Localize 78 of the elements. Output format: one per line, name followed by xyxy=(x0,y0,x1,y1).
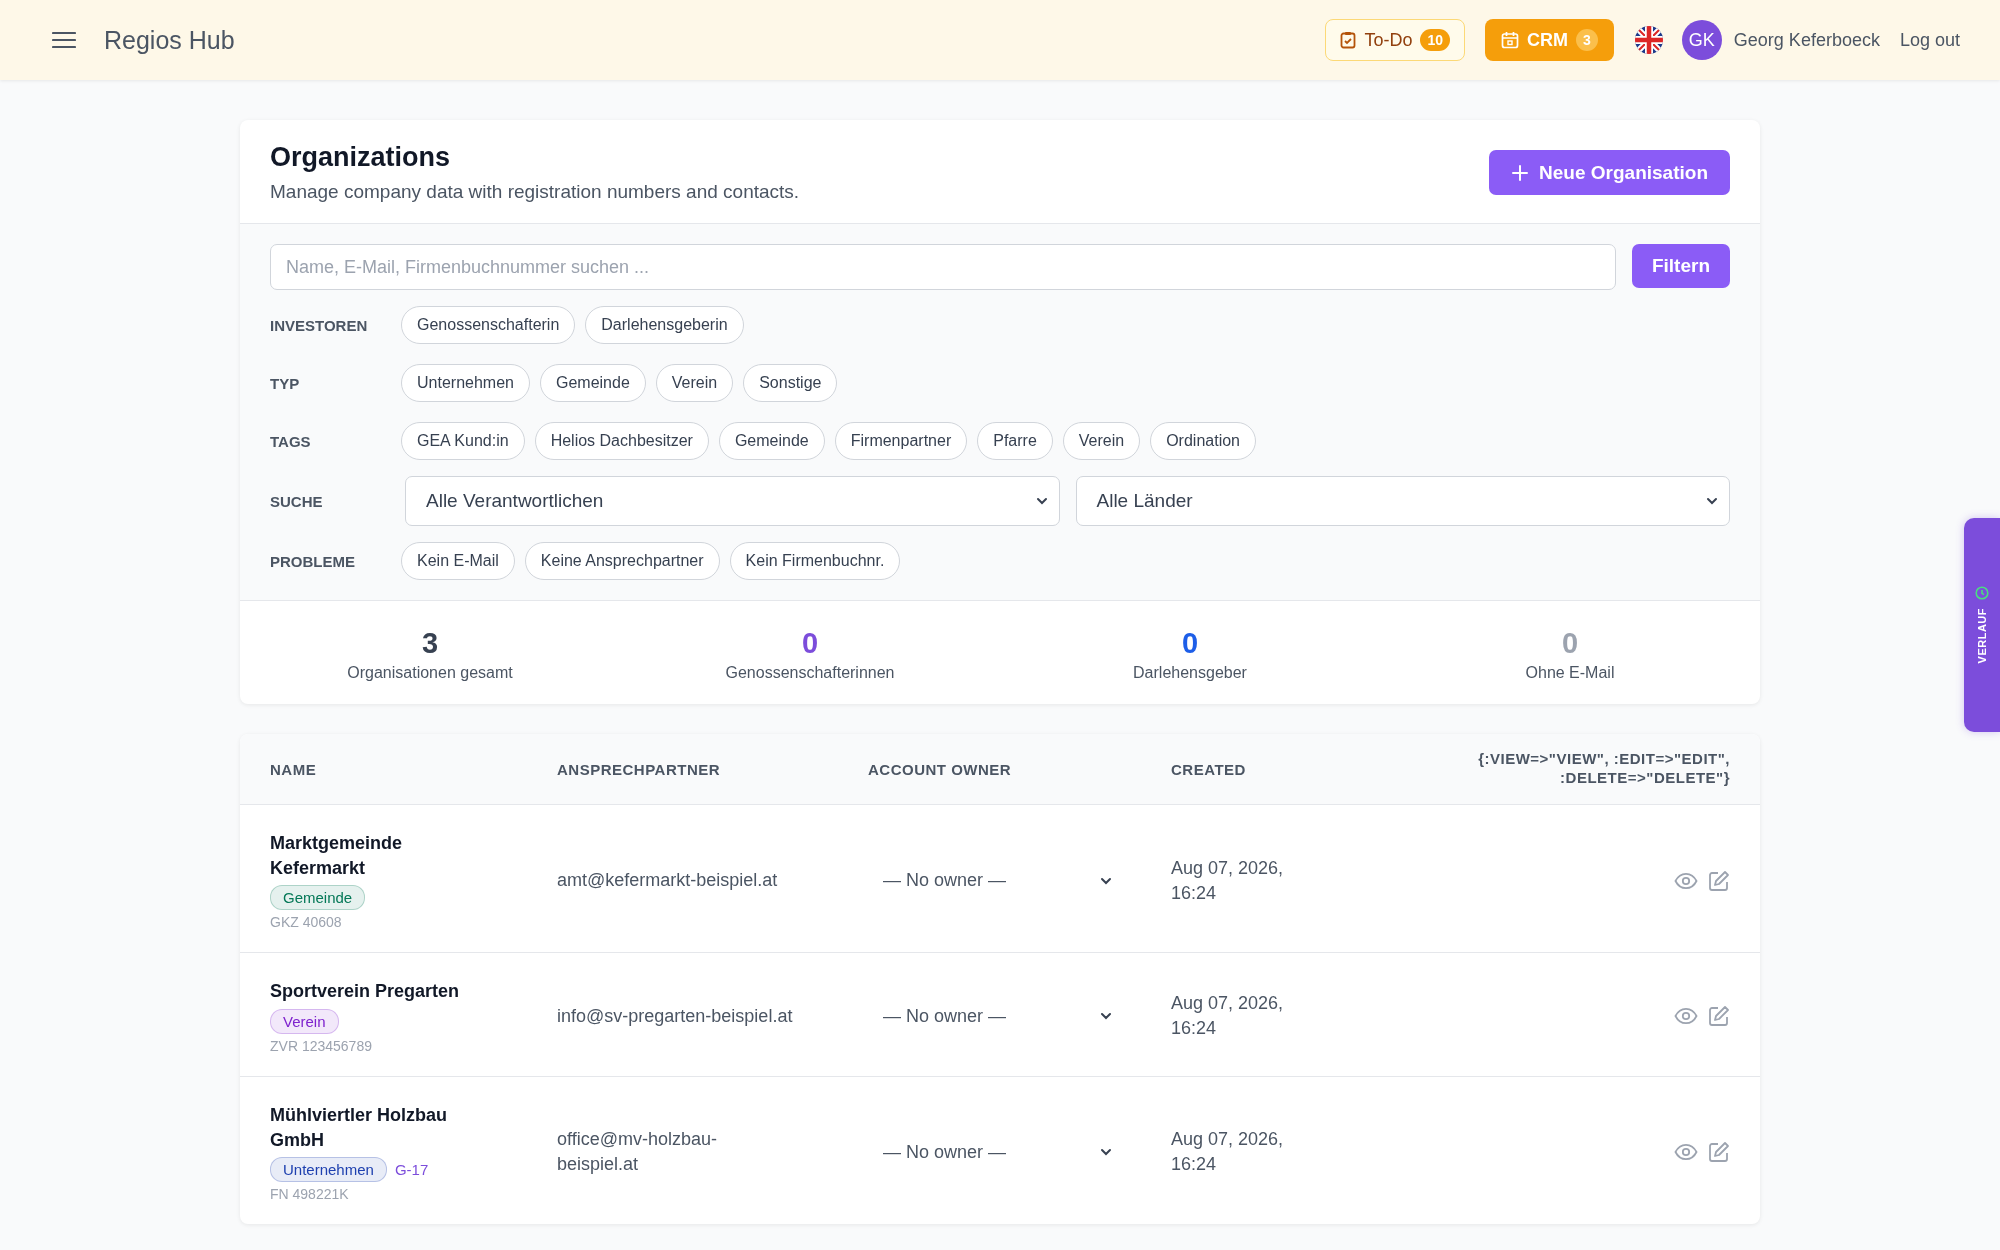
stat-label: Ohne E-Mail xyxy=(1525,664,1615,682)
column-header: ACCOUNT OWNER xyxy=(868,759,1013,780)
column-header: CREATED xyxy=(1171,759,1247,780)
filter-chip[interactable]: Pfarre xyxy=(977,422,1053,460)
filter-select[interactable]: Alle Länder xyxy=(1075,476,1730,526)
filter-label: PROBLEME xyxy=(270,552,356,570)
filter-label: INVESTOREN xyxy=(270,316,369,334)
filter-chip[interactable]: Firmenpartner xyxy=(834,422,968,460)
plus-icon xyxy=(1511,163,1530,182)
filter-button[interactable]: Filtern xyxy=(1631,244,1730,288)
type-tag: Unternehmen xyxy=(270,1156,387,1182)
filter-chip[interactable]: Kein E-Mail xyxy=(401,542,515,580)
organization-name[interactable]: Mühlviertler Holzbau GmbH xyxy=(270,1102,485,1153)
group-code: G-17 xyxy=(394,1160,429,1178)
owner-select[interactable]: — No owner — xyxy=(868,870,1113,892)
contact-email: amt@kefermarkt-beispiel.at xyxy=(557,869,779,893)
registration-number: GKZ 40608 xyxy=(270,914,342,931)
type-tag: Gemeinde xyxy=(270,885,366,911)
registration-number: FN 498221K xyxy=(270,1185,349,1202)
stat-label: Darlehensgeber xyxy=(1133,664,1247,682)
contact-email: info@sv-pregarten-beispiel.at xyxy=(557,1004,794,1028)
calendar-icon xyxy=(1501,31,1520,49)
edit-icon[interactable] xyxy=(1708,869,1730,892)
user-avatar[interactable]: GK xyxy=(1681,20,1722,60)
filter-chip[interactable]: Sonstige xyxy=(743,364,838,402)
new-organization-button[interactable]: Neue Organisation xyxy=(1489,150,1730,195)
registration-number: ZVR 123456789 xyxy=(270,1037,372,1054)
history-tab[interactable]: VERLAUF xyxy=(1964,518,2000,732)
owner-select[interactable]: — No owner — xyxy=(868,1141,1113,1163)
filter-chip[interactable]: Genossenschafterin xyxy=(401,306,576,344)
clock-icon xyxy=(1975,586,1989,601)
organization-name[interactable]: Marktgemeinde Kefermarkt xyxy=(270,831,485,882)
filter-chip[interactable]: Gemeinde xyxy=(539,364,646,402)
page-title: Organizations xyxy=(270,142,452,173)
filter-chip[interactable]: Ordination xyxy=(1150,422,1256,460)
filter-chip[interactable]: Verein xyxy=(1062,422,1141,460)
stat-label: Organisationen gesamt xyxy=(347,664,513,682)
stat-value: 0 xyxy=(1181,627,1199,660)
filter-chip[interactable]: Keine Ansprechpartner xyxy=(524,542,720,580)
app-title: Regios Hub xyxy=(104,25,235,55)
edit-icon[interactable] xyxy=(1708,1005,1730,1028)
column-header: ANSPRECHPARTNER xyxy=(557,759,722,780)
created-date: Aug 07, 2026, 16:24 xyxy=(1171,1128,1285,1177)
filter-label: SUCHE xyxy=(270,492,324,510)
stat-value: 0 xyxy=(1561,627,1579,660)
stat-value: 3 xyxy=(421,627,439,660)
filter-chip[interactable]: Kein Firmenbuchnr. xyxy=(729,542,901,580)
stat-value: 0 xyxy=(801,627,819,660)
todo-button[interactable]: To-Do 10 xyxy=(1325,19,1466,61)
view-icon[interactable] xyxy=(1674,1143,1698,1162)
page-subtitle: Manage company data with registration numbers and contacts. xyxy=(270,181,800,203)
contact-email: office@mv-holzbau-beispiel.at xyxy=(557,1128,718,1177)
filter-chip[interactable]: Gemeinde xyxy=(718,422,825,460)
filter-label: TYP xyxy=(270,374,301,392)
filter-chip[interactable]: GEA Kund:in xyxy=(401,422,525,460)
column-header: {:VIEW=>"VIEW", :EDIT=>"EDIT", :DELETE=>"DELETE"} xyxy=(1477,749,1730,788)
filter-chip[interactable]: Helios Dachbesitzer xyxy=(534,422,709,460)
view-icon[interactable] xyxy=(1674,871,1698,890)
logout-link[interactable]: Log out xyxy=(1899,29,1960,51)
filter-chip[interactable]: Unternehmen xyxy=(401,364,530,402)
search-field[interactable]: Name, E-Mail, Firmenbuchnummer suchen ... xyxy=(270,244,1616,290)
type-tag: Verein xyxy=(270,1008,339,1034)
owner-select[interactable]: — No owner — xyxy=(868,1005,1113,1027)
user-name: Georg Keferboeck xyxy=(1733,29,1880,51)
menu-icon[interactable] xyxy=(52,31,76,49)
filter-chip[interactable]: Darlehensgeberin xyxy=(585,306,744,344)
filter-chip[interactable]: Verein xyxy=(655,364,734,402)
flag-icon[interactable] xyxy=(1633,25,1664,55)
filter-label: TAGS xyxy=(270,432,312,450)
column-header: NAME xyxy=(270,759,318,780)
edit-icon[interactable] xyxy=(1708,1141,1730,1164)
created-date: Aug 07, 2026, 16:24 xyxy=(1171,992,1285,1041)
view-icon[interactable] xyxy=(1674,1007,1698,1026)
created-date: Aug 07, 2026, 16:24 xyxy=(1171,856,1285,905)
organization-name[interactable]: Sportverein Pregarten xyxy=(270,979,460,1005)
stat-label: Genossenschafterinnen xyxy=(725,664,895,682)
filter-select[interactable]: Alle Verantwortlichen xyxy=(405,476,1060,526)
clipboard-icon xyxy=(1340,31,1357,49)
